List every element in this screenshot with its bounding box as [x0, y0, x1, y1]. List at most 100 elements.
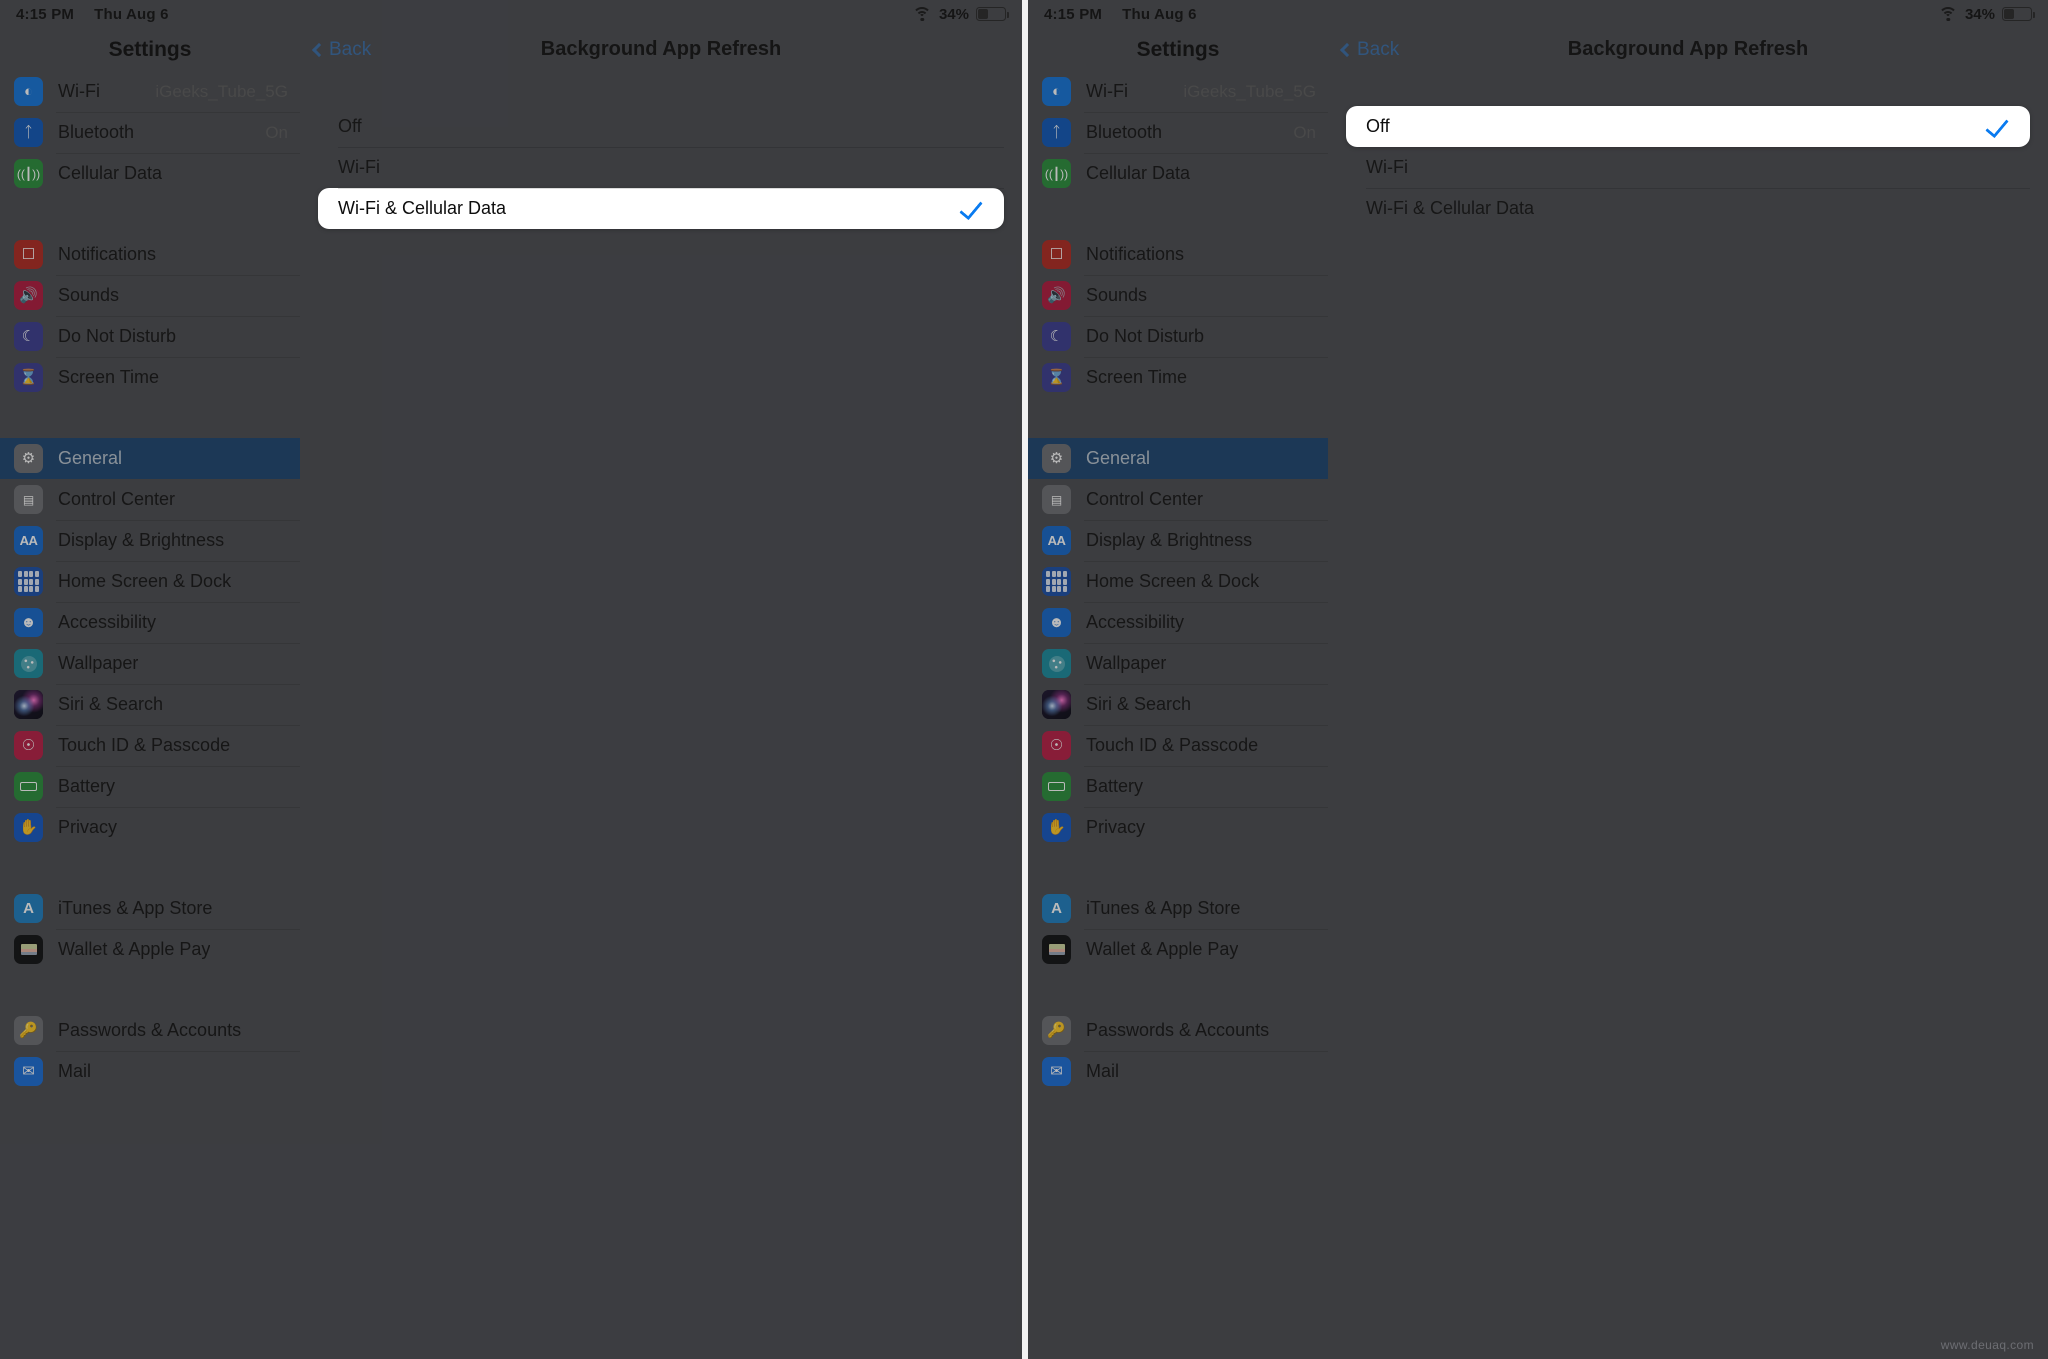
refresh-options-left: Off Wi-Fi Wi-Fi & Cellular Data — [318, 106, 1004, 229]
mail-icon: ✉ — [1042, 1057, 1071, 1086]
refresh-option-wi-fi[interactable]: Wi-Fi — [318, 147, 1004, 188]
siri-icon — [14, 690, 43, 719]
sidebar-item-itunes-app-store[interactable]: AiTunes & App Store — [1028, 888, 1328, 929]
sidebar-item-notifications[interactable]: ☐ Notifications — [1028, 234, 1328, 275]
list-section-gap — [1028, 194, 1328, 234]
sidebar-item-label: Sounds — [1086, 285, 1148, 305]
sidebar-item-touch-id-passcode[interactable]: ☉ Touch ID & Passcode — [0, 725, 300, 766]
bluetooth-icon: ᛏ — [1042, 118, 1071, 147]
wallpaper-icon — [1042, 649, 1071, 678]
status-bar-date: Thu Aug 6 — [1122, 5, 1197, 23]
sidebar-item-label: Touch ID & Passcode — [58, 735, 231, 755]
refresh-option-wi-fi-cellular-data[interactable]: Wi-Fi & Cellular Data — [318, 188, 1004, 229]
sidebar-item-screen-time[interactable]: ⌛ Screen Time — [0, 357, 300, 398]
list-section-gap — [1028, 970, 1328, 1010]
hourglass-icon: ⌛ — [1042, 363, 1071, 392]
detail-pane-left: Back Background App Refresh Off Wi-Fi Wi-F… — [300, 28, 1022, 1359]
sidebar-item-sounds[interactable]: 🔊 Sounds — [1028, 275, 1328, 316]
wallpaper-icon — [14, 649, 43, 678]
sidebar-item-passwords-accounts[interactable]: 🔑 Passwords & Accounts — [0, 1010, 300, 1051]
sidebar-item-value: On — [265, 122, 288, 142]
sidebar-item-label: Siri & Search — [1086, 694, 1192, 714]
status-bar-right-cluster: 34% — [912, 6, 1009, 23]
panel-right: 4:15 PM Thu Aug 6 34% Settings ◐ Wi-Fi iGe… — [1022, 0, 2048, 1359]
key-icon: 🔑 — [1042, 1016, 1071, 1045]
status-bar-date: Thu Aug 6 — [94, 5, 169, 23]
sidebar-item-general[interactable]: ⚙ General — [0, 438, 300, 479]
sidebar-item-home-screen-dock[interactable]: Home Screen & Dock — [1028, 561, 1328, 602]
control-center-icon: ▤ — [14, 485, 43, 514]
sidebar-item-control-center[interactable]: ▤ Control Center — [0, 479, 300, 520]
sidebar-item-cellular-data[interactable]: ((┃)) Cellular Data — [0, 153, 300, 194]
sidebar-item-screen-time[interactable]: ⌛ Screen Time — [1028, 357, 1328, 398]
sidebar-item-touch-id-passcode[interactable]: ☉ Touch ID & Passcode — [1028, 725, 1328, 766]
sidebar-item-label: Home Screen & Dock — [1086, 571, 1260, 591]
detail-navbar-left: Back Background App Refresh — [300, 28, 1022, 71]
sidebar-item-sounds[interactable]: 🔊 Sounds — [0, 275, 300, 316]
sidebar-item-accessibility[interactable]: ☻ Accessibility — [1028, 602, 1328, 643]
refresh-option-off[interactable]: Off — [318, 106, 1004, 147]
sidebar-item-bluetooth[interactable]: ᛏ Bluetooth On — [1028, 112, 1328, 153]
back-button-label: Back — [329, 38, 372, 60]
sidebar-item-battery[interactable]: Battery — [1028, 766, 1328, 807]
sidebar-item-control-center[interactable]: ▤ Control Center — [1028, 479, 1328, 520]
refresh-option-wi-fi[interactable]: Wi-Fi — [1346, 147, 2030, 188]
bluetooth-icon: ᛏ — [14, 118, 43, 147]
sidebar-item-mail[interactable]: ✉ Mail — [1028, 1051, 1328, 1092]
sidebar-item-itunes-app-store[interactable]: AiTunes & App Store — [0, 888, 300, 929]
home-screen-dock-icon — [14, 567, 43, 596]
sidebar-item-wallet-apple-pay[interactable]: Wallet & Apple Pay — [0, 929, 300, 970]
sidebar-item-do-not-disturb[interactable]: ☾ Do Not Disturb — [1028, 316, 1328, 357]
sidebar-item-label: Battery — [58, 776, 116, 796]
sidebar-item-battery[interactable]: Battery — [0, 766, 300, 807]
back-button[interactable]: Back — [311, 38, 372, 61]
sidebar-item-notifications[interactable]: ☐ Notifications — [0, 234, 300, 275]
sidebar-item-value: iGeeks_Tube_5G — [1183, 81, 1316, 101]
sidebar-item-value: On — [1293, 122, 1316, 142]
battery-icon — [2002, 7, 2035, 21]
sidebar-item-cellular-data[interactable]: ((┃)) Cellular Data — [1028, 153, 1328, 194]
sidebar-item-wi-fi[interactable]: ◐ Wi-Fi iGeeks_Tube_5G — [0, 71, 300, 112]
sidebar-item-passwords-accounts[interactable]: 🔑 Passwords & Accounts — [1028, 1010, 1328, 1051]
back-button[interactable]: Back — [1339, 38, 1400, 61]
sidebar-item-bluetooth[interactable]: ᛏ Bluetooth On — [0, 112, 300, 153]
sidebar-item-privacy[interactable]: ✋ Privacy — [0, 807, 300, 848]
sidebar-item-siri-search[interactable]: Siri & Search — [1028, 684, 1328, 725]
notifications-icon: ☐ — [1042, 240, 1071, 269]
sidebar-item-wallpaper[interactable]: Wallpaper — [0, 643, 300, 684]
back-button-label: Back — [1357, 38, 1400, 60]
sidebar-item-wallet-apple-pay[interactable]: Wallet & Apple Pay — [1028, 929, 1328, 970]
refresh-option-label: Wi-Fi & Cellular Data — [1366, 198, 1535, 218]
sidebar-item-display-brightness[interactable]: AA Display & Brightness — [1028, 520, 1328, 561]
sidebar-item-label: Notifications — [1086, 244, 1185, 264]
wifi-icon: ◐ — [14, 77, 43, 106]
sidebar-item-label: Bluetooth — [58, 122, 135, 142]
sidebar-item-mail[interactable]: ✉ Mail — [0, 1051, 300, 1092]
home-screen-dock-icon — [1042, 567, 1071, 596]
sidebar-item-display-brightness[interactable]: AA Display & Brightness — [0, 520, 300, 561]
sounds-icon: 🔊 — [1042, 281, 1071, 310]
control-center-icon: ▤ — [1042, 485, 1071, 514]
sidebar-item-home-screen-dock[interactable]: Home Screen & Dock — [0, 561, 300, 602]
sidebar-item-accessibility[interactable]: ☻ Accessibility — [0, 602, 300, 643]
privacy-hand-icon: ✋ — [1042, 813, 1071, 842]
privacy-hand-icon: ✋ — [14, 813, 43, 842]
sidebar-item-label: Siri & Search — [58, 694, 164, 714]
refresh-option-wi-fi-cellular-data[interactable]: Wi-Fi & Cellular Data — [1346, 188, 2030, 229]
sidebar-item-label: Screen Time — [1086, 367, 1188, 387]
refresh-option-off[interactable]: Off — [1346, 106, 2030, 147]
sidebar-item-label: Do Not Disturb — [1086, 326, 1205, 346]
accessibility-icon: ☻ — [14, 608, 43, 637]
sidebar-item-siri-search[interactable]: Siri & Search — [0, 684, 300, 725]
notifications-icon: ☐ — [14, 240, 43, 269]
sidebar-item-do-not-disturb[interactable]: ☾ Do Not Disturb — [0, 316, 300, 357]
status-bar-right: 4:15 PM Thu Aug 6 34% — [1028, 0, 2048, 28]
sidebar-item-wallpaper[interactable]: Wallpaper — [1028, 643, 1328, 684]
sidebar-item-general[interactable]: ⚙ General — [1028, 438, 1328, 479]
moon-icon: ☾ — [1042, 322, 1071, 351]
settings-sidebar-left: Settings ◐ Wi-Fi iGeeks_Tube_5G ᛏ Bluetooth O… — [0, 28, 300, 1359]
sidebar-item-privacy[interactable]: ✋ Privacy — [1028, 807, 1328, 848]
key-icon: 🔑 — [14, 1016, 43, 1045]
sidebar-item-wi-fi[interactable]: ◐ Wi-Fi iGeeks_Tube_5G — [1028, 71, 1328, 112]
settings-list-right: ◐ Wi-Fi iGeeks_Tube_5G ᛏ Bluetooth On ((┃)) Cel… — [1028, 71, 1328, 1092]
